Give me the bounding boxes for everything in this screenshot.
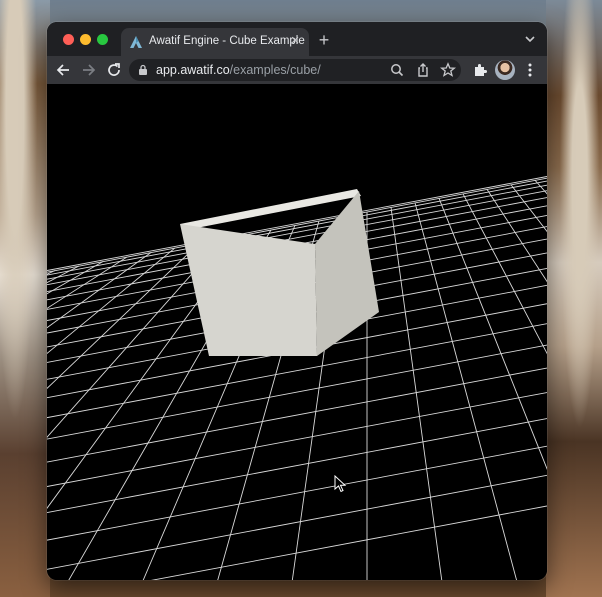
browser-toolbar: app.awatif.co/examples/cube/ <box>47 56 547 84</box>
window-close-button[interactable] <box>63 34 74 45</box>
3d-scene[interactable] <box>47 84 547 580</box>
url-path: /examples/cube/ <box>229 63 321 77</box>
address-bar[interactable]: app.awatif.co/examples/cube/ <box>129 59 461 81</box>
grid-line <box>47 392 547 487</box>
mouse-cursor-icon <box>334 475 346 493</box>
reload-icon[interactable] <box>105 61 123 79</box>
desktop-wallpaper-right <box>546 0 602 597</box>
grid-line <box>47 265 80 284</box>
grid-line <box>438 198 547 470</box>
new-tab-button[interactable]: + <box>315 31 333 49</box>
cube-front-face <box>180 224 317 356</box>
webgl-canvas[interactable] <box>47 84 547 580</box>
close-icon[interactable]: × <box>287 33 303 49</box>
window-maximize-button[interactable] <box>97 34 108 45</box>
grid-line <box>47 344 547 440</box>
awatif-logo-icon <box>130 36 142 48</box>
browser-window: Awatif Engine - Cube Example × + app.awa… <box>47 22 547 580</box>
desktop-wallpaper-left <box>0 0 50 597</box>
more-menu-icon[interactable] <box>521 61 539 79</box>
profile-avatar[interactable] <box>495 60 515 80</box>
grid-line <box>47 445 547 541</box>
grid-line <box>47 252 152 329</box>
back-icon[interactable] <box>55 61 73 79</box>
lock-icon[interactable] <box>138 64 148 76</box>
star-icon[interactable] <box>440 62 456 78</box>
grid-line <box>47 261 104 295</box>
window-minimize-button[interactable] <box>80 34 91 45</box>
tab-awatif-cube[interactable]: Awatif Engine - Cube Example × <box>121 28 309 56</box>
cube-side-face <box>315 191 379 356</box>
url-text[interactable]: app.awatif.co/examples/cube/ <box>156 63 321 77</box>
cube[interactable] <box>180 189 379 356</box>
ground-grid <box>47 176 547 580</box>
grid-line <box>47 474 547 570</box>
share-icon[interactable] <box>415 62 431 78</box>
tab-strip: Awatif Engine - Cube Example × + <box>47 22 547 56</box>
chevron-down-icon[interactable] <box>523 32 537 46</box>
forward-icon[interactable] <box>79 61 97 79</box>
grid-line <box>510 184 547 233</box>
grid-line <box>47 270 56 275</box>
url-host: app.awatif.co <box>156 63 230 77</box>
extensions-icon[interactable] <box>471 61 489 79</box>
grid-line <box>414 202 518 580</box>
grid-line <box>150 505 547 580</box>
tab-title: Awatif Engine - Cube Example <box>149 35 305 47</box>
grid-line <box>47 256 128 309</box>
grid-line <box>462 193 547 355</box>
grid-line <box>486 189 547 283</box>
zoom-icon[interactable] <box>389 62 405 78</box>
grid-line <box>47 418 547 513</box>
